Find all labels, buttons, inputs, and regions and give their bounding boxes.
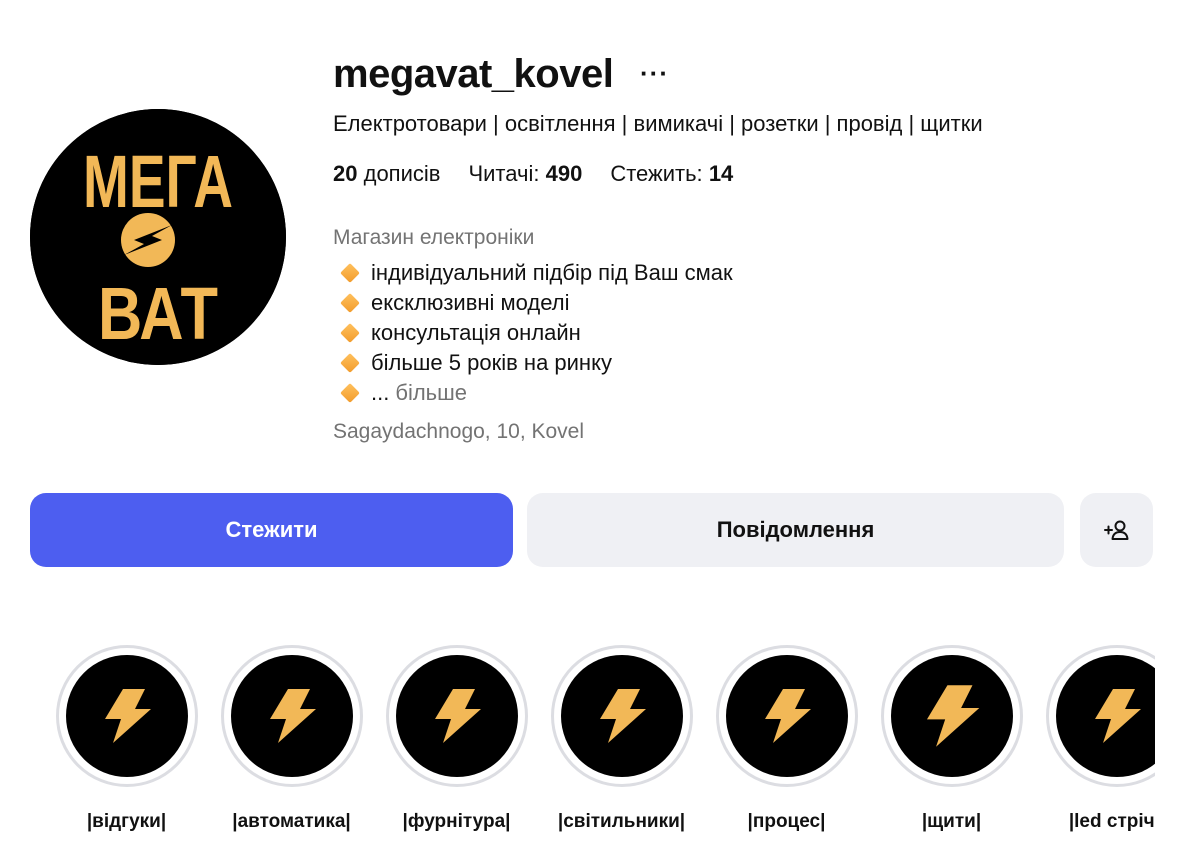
highlight-label: |автоматика|: [232, 811, 351, 832]
profile-category: Електротовари | освітлення | вимикачі | …: [333, 111, 983, 136]
bio-line-text: більше 5 років на ринку: [371, 350, 612, 375]
following-stat[interactable]: Стежить: 14: [610, 160, 733, 188]
highlight-label: |щити|: [921, 811, 982, 832]
highlight-cover: [890, 655, 1013, 777]
lightning-bolt-icon: [599, 689, 646, 743]
bio-more-link[interactable]: більше: [395, 378, 467, 408]
orange-diamond-icon: [340, 323, 360, 343]
bio-line: ексклюзивні моделі: [333, 288, 733, 318]
posts-stat[interactable]: 20 дописів: [333, 160, 440, 188]
following-label: Стежить:: [610, 161, 703, 186]
bio-line-text: індивідуальний підбір під Ваш смак: [371, 260, 733, 285]
suggest-user-button[interactable]: [1080, 493, 1153, 567]
highlight-ring: [550, 645, 693, 787]
story-highlights: |відгуки| |автоматика| |фурнітура| |світ…: [30, 645, 1155, 866]
highlight-ring: [880, 645, 1023, 787]
highlight-cover: [560, 655, 683, 777]
highlight-cover: [725, 655, 848, 777]
highlight-ring: [715, 645, 858, 787]
highlight-item[interactable]: |щити|: [869, 645, 1034, 833]
orange-diamond-icon: [340, 353, 360, 373]
bio-line: консультація онлайн: [333, 318, 733, 348]
lightning-bolt-icon: [104, 689, 151, 743]
profile-stats: 20 дописів Читачі: 490 Стежить: 14: [333, 160, 733, 188]
highlight-ring: [220, 645, 363, 787]
orange-diamond-icon: [340, 383, 360, 403]
highlight-ring: [1045, 645, 1155, 787]
highlight-ring: [55, 645, 198, 787]
profile-avatar[interactable]: МЕГА ВАТ: [30, 109, 286, 365]
highlight-item[interactable]: |автоматика|: [209, 645, 374, 833]
posts-count: 20: [333, 161, 358, 186]
bio-line: індивідуальний підбір під Ваш смак: [333, 258, 733, 288]
person-add-icon: [1103, 520, 1128, 540]
follow-button[interactable]: Стежити: [30, 493, 513, 567]
profile-bio: індивідуальний підбір під Ваш смак екскл…: [333, 258, 733, 408]
bio-title: Магазин електроніки: [333, 226, 535, 249]
highlight-ring: [385, 645, 528, 787]
lightning-bolt-icon: [926, 685, 979, 747]
message-button[interactable]: Повідомлення: [527, 493, 1064, 567]
highlight-item[interactable]: |фурнітура|: [374, 645, 539, 833]
profile-username: megavat_kovel: [333, 52, 614, 96]
megavat-logo: МЕГА ВАТ: [30, 109, 286, 365]
lightning-bolt-icon: [269, 689, 316, 743]
bio-line: більше 5 років на ринку: [333, 348, 733, 378]
highlight-label: |фурнітура|: [402, 811, 511, 832]
bio-line-text: консультація онлайн: [371, 320, 581, 345]
lightning-bolt-icon: [1094, 689, 1141, 743]
orange-diamond-icon: [340, 263, 360, 283]
followers-count: 490: [545, 161, 583, 186]
highlight-label: |відгуки|: [86, 811, 167, 832]
followers-stat[interactable]: Читачі: 490: [468, 160, 582, 188]
lightning-bolt-icon: [434, 689, 481, 743]
logo-text-top: МЕГА: [83, 140, 233, 223]
posts-label: дописів: [363, 161, 441, 186]
highlight-item[interactable]: |відгуки|: [44, 645, 209, 833]
highlight-cover: [395, 655, 518, 777]
more-options-icon[interactable]: ···: [640, 58, 669, 89]
followers-label: Читачі:: [468, 161, 540, 186]
highlight-label: |led стрічк: [1068, 811, 1155, 832]
profile-address[interactable]: Sagaydachnogo, 10, Kovel: [333, 418, 584, 446]
highlight-cover: [65, 655, 188, 777]
highlight-item[interactable]: |світильники|: [539, 645, 704, 833]
logo-text-bottom: ВАТ: [98, 272, 218, 355]
highlight-item[interactable]: |процес|: [704, 645, 869, 833]
bio-line-text: ексклюзивні моделі: [371, 290, 570, 315]
bio-line: ... більше: [333, 378, 733, 408]
highlight-label: |процес|: [747, 811, 826, 832]
lightning-bolt-icon: [764, 689, 811, 743]
orange-diamond-icon: [340, 293, 360, 313]
highlight-label: |світильники|: [557, 811, 686, 832]
bio-ellipsis: ...: [371, 380, 390, 405]
highlight-cover: [230, 655, 353, 777]
following-count: 14: [708, 161, 734, 186]
highlight-cover: [1055, 655, 1155, 777]
highlight-item[interactable]: |led стрічк: [1034, 645, 1155, 833]
